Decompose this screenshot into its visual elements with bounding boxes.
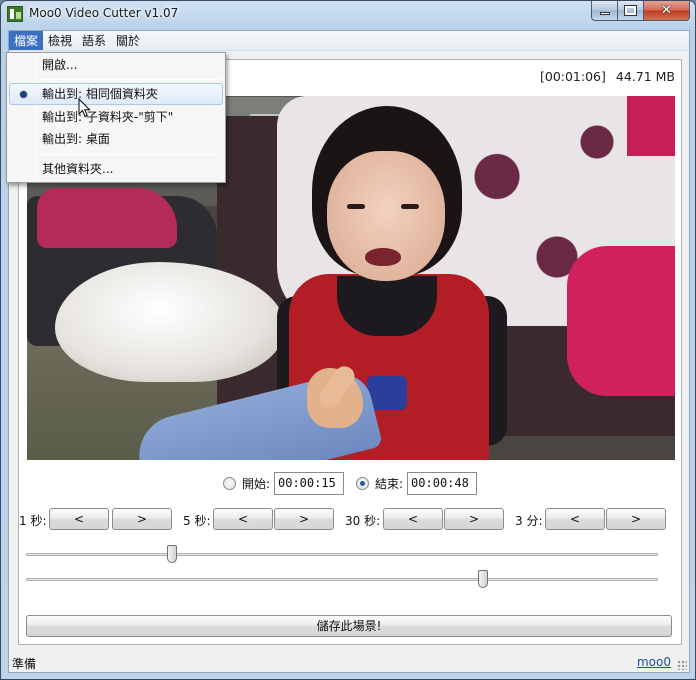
video-frame-blanket-top [627, 96, 675, 156]
start-slider-track [26, 553, 658, 556]
minimize-button[interactable] [591, 1, 618, 21]
end-slider-track [26, 578, 658, 581]
resize-grip[interactable] [677, 660, 687, 670]
step-30s-back-button[interactable]: < [383, 508, 443, 530]
arrow-cursor-icon [78, 98, 91, 118]
end-time-field[interactable]: 00:00:48 [407, 471, 478, 495]
caption-buttons: ✕ [591, 1, 690, 21]
menu-item-open[interactable]: 開啟... [9, 54, 223, 76]
app-icon[interactable] [7, 6, 23, 22]
title-bar[interactable]: Moo0 Video Cutter v1.07 ✕ [1, 1, 695, 28]
end-slider-thumb[interactable] [478, 570, 488, 588]
step-5s-label: 5 秒: [183, 514, 211, 528]
menu-separator [39, 79, 221, 80]
step-1s-forward-button[interactable]: > [112, 508, 172, 530]
menu-file[interactable]: 檔案 [9, 31, 44, 50]
video-duration: [00:01:06] [539, 69, 606, 84]
start-slider-thumb[interactable] [167, 545, 177, 563]
menu-item-output-desktop[interactable]: 輸出到: 桌面 [9, 128, 223, 150]
maximize-button[interactable] [618, 1, 644, 21]
app-window: Moo0 Video Cutter v1.07 ✕ 檔案 檢視 語系 關於 [0… [0, 0, 696, 680]
save-scene-button[interactable]: 儲存此場景! [26, 615, 672, 637]
video-size: 44.71 MB [615, 69, 675, 84]
step-3m-label: 3 分: [515, 514, 543, 528]
minimize-icon [599, 12, 610, 15]
video-info: [00:01:06] 44.71 MB [534, 69, 675, 84]
selected-bullet-icon [20, 91, 27, 98]
menu-about[interactable]: 關於 [111, 31, 145, 50]
step-1s-label: 1 秒: [19, 514, 47, 528]
window-title: Moo0 Video Cutter v1.07 [29, 6, 179, 20]
step-1s-back-button[interactable]: < [49, 508, 109, 530]
video-frame-mouth [365, 248, 401, 266]
close-icon: ✕ [661, 3, 672, 18]
file-menu-dropdown: 開啟... 輸出到: 相同個資料夾 輸出到: 子資料夾-"剪下" 輸出到: 桌面… [6, 52, 226, 183]
maximize-icon [624, 5, 637, 16]
menu-item-output-same-folder[interactable]: 輸出到: 相同個資料夾 [9, 83, 223, 105]
step-5s-forward-button[interactable]: > [274, 508, 334, 530]
step-3m-forward-button[interactable]: > [606, 508, 666, 530]
start-label: 開始: [241, 476, 270, 491]
menu-item-other-folder[interactable]: 其他資料夾... [9, 158, 223, 180]
video-frame-blanket [567, 246, 675, 396]
moo0-link[interactable]: moo0 [637, 655, 671, 669]
start-time-field[interactable]: 00:00:15 [274, 471, 344, 495]
step-30s-label: 30 秒: [345, 514, 381, 528]
step-30s-forward-button[interactable]: > [444, 508, 504, 530]
menu-item-output-same-folder-label: 輸出到: 相同個資料夾 [42, 87, 158, 101]
step-5s-back-button[interactable]: < [213, 508, 273, 530]
end-label: 結束: [375, 476, 404, 491]
step-row: 1 秒: < > 5 秒: < > 30 秒: < > 3 分: < > [19, 508, 681, 532]
start-slider[interactable] [26, 545, 658, 563]
menu-bar: 檔案 檢視 語系 關於 [9, 31, 689, 51]
status-text: 準備 [12, 657, 37, 671]
video-frame-eye-right [401, 204, 419, 209]
end-slider[interactable] [26, 570, 658, 588]
menu-view[interactable]: 檢視 [43, 31, 77, 50]
menu-item-output-subfolder[interactable]: 輸出到: 子資料夾-"剪下" [9, 106, 223, 128]
video-frame-shirt [337, 276, 437, 336]
start-radio[interactable] [222, 476, 236, 490]
range-row: 開始: 00:00:15 結束: 00:00:48 [19, 471, 681, 495]
end-radio[interactable] [356, 476, 369, 490]
menu-language[interactable]: 語系 [77, 31, 111, 50]
video-frame-pink-bag [37, 188, 177, 248]
video-frame-eye-left [347, 204, 365, 209]
menu-separator [39, 154, 221, 155]
step-3m-back-button[interactable]: < [545, 508, 605, 530]
close-button[interactable]: ✕ [644, 1, 690, 21]
